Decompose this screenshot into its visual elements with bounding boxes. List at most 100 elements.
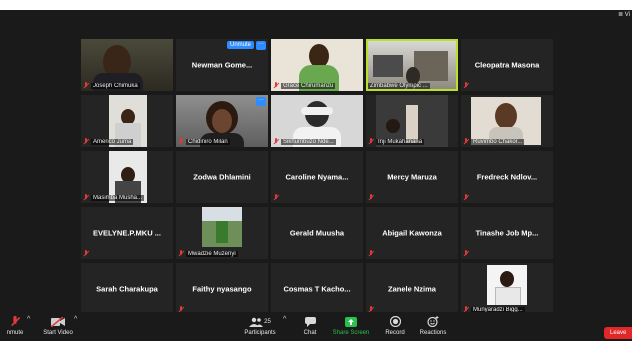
participant-tile[interactable]: Fredreck Ndlov... [461,151,553,203]
participant-name: Faithy nyasango [192,284,252,294]
share-screen-label: Share Screen [332,330,370,336]
muted-mic-icon [368,194,374,201]
share-screen-button[interactable]: Share Screen [332,314,370,336]
reactions-smiley-icon [427,316,439,327]
muted-mic-icon [463,194,469,201]
participant-tile[interactable]: Faithy nyasango [176,263,268,315]
muted-mic-icon [273,194,279,201]
video-camera-off-icon [51,316,65,327]
more-options-icon[interactable]: ··· [256,41,266,50]
participant-tile[interactable]: Caroline Nyama... [271,151,363,203]
muted-mic-icon [83,82,89,89]
more-options-icon[interactable]: ··· [256,97,266,106]
leave-meeting-button[interactable]: Leave [604,327,632,339]
view-toggle[interactable]: ≣ Vi [618,11,630,18]
participant-name: Grace Chirumanzu [281,82,336,89]
participant-name: Joseph Chimuka [91,82,140,89]
record-button[interactable]: Record [382,314,408,336]
participant-tile[interactable]: Zanele Nzima [366,263,458,315]
video-options-caret-icon[interactable]: ^ [74,316,77,323]
muted-mic-icon [463,250,469,257]
participant-name: Mercy Maruza [387,172,437,182]
participant-name: Masimba Musha... [91,194,145,201]
meeting-toolbar: nmute ^ Start Video ^ 25 Participants ^ [0,312,632,341]
unmute-button[interactable]: Unmute [226,41,254,49]
muted-mic-icon [83,138,89,145]
gallery-grid: Joseph Chimuka Unmute ··· Newman Gome...… [81,39,553,315]
participant-tile[interactable]: Zodwa Dhlamini [176,151,268,203]
muted-mic-icon [83,194,89,201]
participant-video [202,207,242,247]
participant-tile[interactable]: Sikhumbuzo Nde... [271,95,363,147]
participant-name: Chidiniro Milan [186,138,230,145]
participants-icon [249,317,264,327]
participant-tile[interactable]: Cleopatra Masona [461,39,553,91]
muted-mic-icon [273,138,279,145]
participant-tile[interactable]: Mwadzie Muzenyi [176,207,268,259]
participant-name: Abigail Kawonza [382,228,442,238]
participant-video [368,41,456,89]
share-screen-icon [345,316,357,327]
muted-mic-icon [368,138,374,145]
record-label: Record [385,330,405,336]
participant-name: Sarah Charakupa [96,284,158,294]
reactions-label: Reactions [419,330,447,336]
start-video-button[interactable]: Start Video [40,314,76,336]
participant-name: Zimbabwe Olympic ... [368,83,430,89]
reactions-button[interactable]: Reactions [418,314,448,336]
participant-video [487,265,527,305]
participant-tile[interactable]: Americo Juma [81,95,173,147]
participant-name: Tinashe Job Mp... [475,228,539,238]
participant-tile[interactable]: Grace Chirumanzu [271,39,363,91]
participant-name: EVELYNE.P.MKU ... [93,228,161,238]
participant-tile[interactable]: Munyaradzi Bigg... [461,263,553,315]
muted-mic-icon [178,138,184,145]
participants-button[interactable]: 25 Participants [240,314,280,336]
unmute-label: nmute [6,330,24,336]
participant-tile-active-speaker[interactable]: Zimbabwe Olympic ... [366,39,458,91]
participant-name: Fredreck Ndlov... [476,172,538,182]
participant-tile[interactable]: Gerald Muusha [271,207,363,259]
chat-button[interactable]: Chat [298,314,322,336]
participant-tile[interactable]: Cosmas T Kacho... [271,263,363,315]
participant-name: Sikhumbuzo Nde... [281,138,336,145]
participant-tile[interactable]: Mercy Maruza [366,151,458,203]
participant-name: Newman Gome... [191,60,253,70]
chat-label: Chat [303,330,317,336]
muted-mic-icon [83,250,89,257]
participant-tile[interactable]: Abigail Kawonza [366,207,458,259]
audio-options-caret-icon[interactable]: ^ [27,316,30,323]
unmute-toolbar-button[interactable]: nmute [2,314,28,336]
participant-tile[interactable]: Inji Mukahanana [366,95,458,147]
participant-name: Caroline Nyama... [285,172,349,182]
participants-count: 25 [264,318,271,325]
participant-tile[interactable]: Ruvimbo Chakor... [461,95,553,147]
participant-name: Cosmas T Kacho... [283,284,351,294]
participant-tile[interactable]: EVELYNE.P.MKU ... [81,207,173,259]
muted-mic-icon [463,138,469,145]
chat-bubble-icon [304,316,316,327]
muted-mic-icon [463,82,469,89]
zoom-meeting-window: ≣ Vi Joseph Chimuka Unmute ··· Newman Go… [0,10,632,341]
participant-tile[interactable]: Unmute ··· Newman Gome... [176,39,268,91]
participants-options-caret-icon[interactable]: ^ [283,316,286,323]
participant-name: Gerald Muusha [289,228,345,238]
start-video-label: Start Video [43,330,73,336]
participants-label: Participants [244,330,276,336]
participant-name: Inji Mukahanana [376,138,425,145]
muted-mic-icon [273,82,279,89]
participant-name: Cleopatra Masona [474,60,540,70]
participant-tile[interactable]: ··· Chidiniro Milan [176,95,268,147]
participant-name: Ruvimbo Chakor... [471,138,525,145]
participant-tile[interactable]: Masimba Musha... [81,151,173,203]
participant-name: Zodwa Dhlamini [193,172,251,182]
muted-mic-icon [10,315,20,327]
participant-tile[interactable]: Joseph Chimuka [81,39,173,91]
participant-tile[interactable]: Tinashe Job Mp... [461,207,553,259]
muted-mic-icon [368,250,374,257]
record-icon [389,316,401,327]
participant-tile[interactable]: Sarah Charakupa [81,263,173,315]
muted-mic-icon [178,250,184,257]
participant-name: Mwadzie Muzenyi [186,250,238,257]
participant-name: Americo Juma [91,138,134,145]
